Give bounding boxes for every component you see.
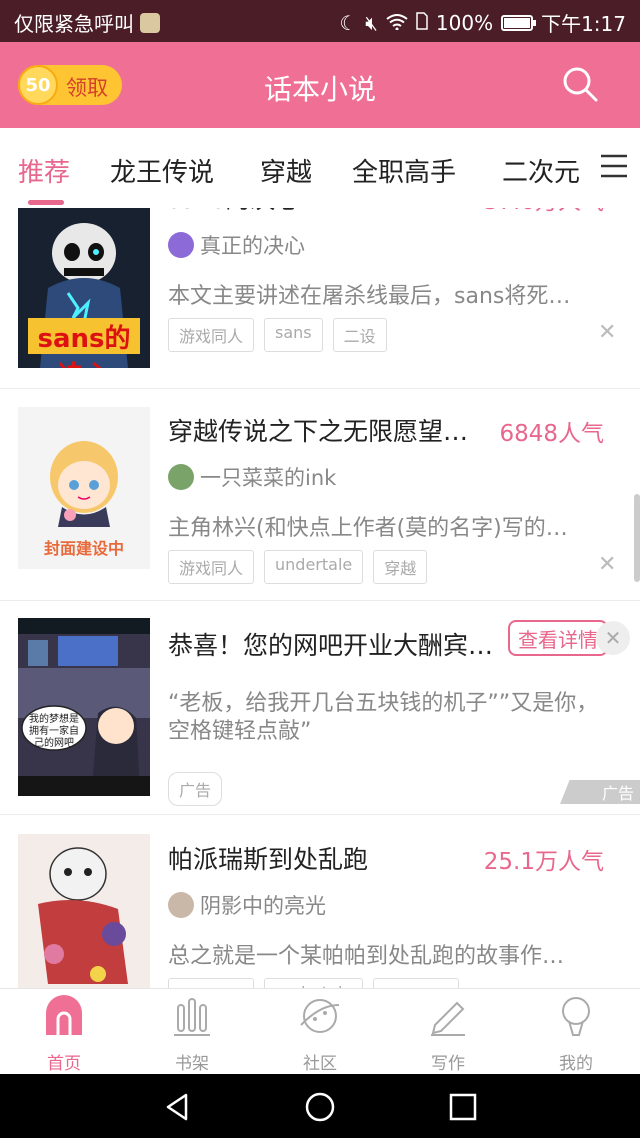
category-tabs: 推荐 龙王传说 穿越 全职高手 二次元 (0, 128, 640, 209)
story-title[interactable]: 帕派瑞斯到处乱跑 (168, 840, 488, 876)
nav-home[interactable]: 首页 (0, 995, 128, 1074)
popularity: 25.1万人气 (483, 849, 604, 875)
story-tag[interactable]: undertale (264, 550, 364, 584)
ad-details-label: 查看详情 (518, 627, 598, 652)
author-avatar[interactable] (168, 232, 194, 258)
author-name[interactable]: 一只菜菜的ink (200, 462, 336, 492)
story-tag[interactable]: 二设 (332, 318, 387, 352)
author-name[interactable]: 真正的决心 (200, 230, 305, 260)
ad-badge-label: 广告 (601, 784, 634, 803)
nav-bookshelf[interactable]: 书架 (128, 995, 256, 1074)
author-avatar[interactable] (168, 464, 194, 490)
tab-full-time-master[interactable]: 全职高手 (352, 152, 456, 189)
ad-cover[interactable]: 我的梦想是拥有一家自己的网吧 (18, 618, 150, 796)
category-menu-button[interactable] (598, 152, 630, 180)
ad-details-button[interactable]: 查看详情 (508, 620, 608, 656)
story-tag[interactable]: 传说之下 (373, 978, 460, 988)
story-tag[interactable]: 穿越 (373, 550, 428, 584)
popularity: 37.6万人气 (484, 208, 604, 216)
cover-text: sans的决心 (37, 324, 131, 368)
tab-recommend[interactable]: 推荐 (18, 152, 70, 189)
back-icon[interactable] (162, 1092, 192, 1122)
author-avatar[interactable] (168, 892, 194, 918)
nav-write[interactable]: 写作 (384, 995, 512, 1074)
planet-icon (300, 999, 340, 1033)
app-header: 50 领取 话本小说 (0, 42, 640, 128)
list-item[interactable]: 帕派瑞斯到处乱跑 25.1万人气 阴影中的亮光 总之就是一个某帕帕到处乱跑的故事… (0, 814, 640, 988)
tab-time-travel[interactable]: 穿越 (260, 152, 312, 189)
nav-community[interactable]: 社区 (256, 995, 384, 1074)
active-tab-indicator (28, 200, 64, 205)
story-title[interactable]: 穿越传说之下之无限愿望… (168, 412, 488, 448)
profile-icon (562, 997, 590, 1036)
dismiss-icon[interactable]: ✕ (598, 552, 616, 577)
search-button[interactable] (560, 64, 600, 104)
nav-community-label: 社区 (303, 1054, 337, 1074)
story-tag[interactable]: 游戏同人 (168, 550, 255, 584)
author-name[interactable]: 阴影中的亮光 (200, 890, 326, 920)
story-cover[interactable]: sans的决心 (18, 208, 150, 368)
list-item[interactable]: 封面建设中 穿越传说之下之无限愿望… 6848人气 一只菜菜的ink 主角林兴(… (0, 388, 640, 601)
battery-icon (501, 14, 537, 31)
story-description: 主角林兴(和快点上作者(莫的名字)写的… (168, 516, 568, 541)
cover-text: 封面建设中 (43, 539, 124, 558)
bookshelf-icon (174, 998, 210, 1036)
story-feed[interactable]: sans的决心 sans的决心 37.6万人气 真正的决心 本文主要讲述在屠杀线… (0, 208, 640, 988)
scrollbar[interactable] (634, 494, 640, 582)
bottom-nav: 首页 书架 社区 写作 我的 (0, 988, 640, 1075)
story-description: 总之就是一个某帕帕到处乱跑的故事作… (168, 944, 565, 969)
nav-bookshelf-label: 书架 (175, 1054, 209, 1074)
close-icon: ✕ (604, 626, 622, 650)
story-cover[interactable] (18, 834, 150, 988)
sim-icon (140, 12, 160, 33)
wifi-icon (386, 11, 408, 35)
menu-icon (601, 154, 627, 178)
page-title: 话本小说 (263, 73, 376, 106)
ad-tag: 广告 (168, 772, 223, 806)
status-bar: 仅限紧急呼叫 ☾ 🔇︎ 100% 下午1:17 (0, 0, 640, 42)
home-icon (46, 995, 82, 1035)
story-description: 本文主要讲述在屠杀线最后，sans将死… (168, 284, 571, 309)
story-tag[interactable]: 游戏同人 (168, 978, 255, 988)
ad-badge: 广告 (560, 780, 640, 804)
cover-bubble-text: 我的梦想是拥有一家自己的网吧 (29, 714, 79, 749)
battery-percent: 100% (435, 10, 494, 35)
story-cover[interactable]: 封面建设中 (18, 407, 150, 569)
nav-profile[interactable]: 我的 (512, 995, 640, 1074)
tab-dragon-king[interactable]: 龙王传说 (110, 152, 214, 189)
popularity: 6848人气 (499, 421, 604, 447)
tab-acg[interactable]: 二次元 (502, 152, 580, 189)
nav-home-label: 首页 (47, 1054, 81, 1074)
story-tag[interactable]: sans (264, 318, 323, 352)
story-tag[interactable]: undertale (264, 978, 364, 988)
home-circle-icon[interactable] (304, 1091, 336, 1123)
dismiss-icon[interactable]: ✕ (598, 320, 616, 345)
ad-title[interactable]: 恭喜！您的网吧开业大酬宾… (168, 626, 503, 662)
mute-icon: 🔇︎ (365, 10, 378, 35)
list-item[interactable]: sans的决心 sans的决心 37.6万人气 真正的决心 本文主要讲述在屠杀线… (0, 208, 640, 389)
story-tag[interactable]: 游戏同人 (168, 318, 255, 352)
pencil-icon (431, 1001, 465, 1036)
ad-close-button[interactable]: ✕ (596, 621, 630, 655)
nav-profile-label: 我的 (559, 1054, 593, 1074)
nav-write-label: 写作 (431, 1054, 465, 1074)
system-nav-bar (0, 1074, 640, 1138)
sim-card-icon (416, 11, 428, 35)
story-title[interactable]: sans的决心 (168, 208, 488, 216)
moon-icon: ☾ (339, 10, 358, 35)
clock: 下午1:17 (541, 12, 626, 36)
status-notice: 仅限紧急呼叫 (14, 12, 134, 36)
recents-icon[interactable] (448, 1092, 478, 1122)
search-icon (563, 67, 598, 102)
ad-description: “老板，给我开几台五块钱的机子””又是你，空格键轻点敲” (168, 691, 599, 744)
